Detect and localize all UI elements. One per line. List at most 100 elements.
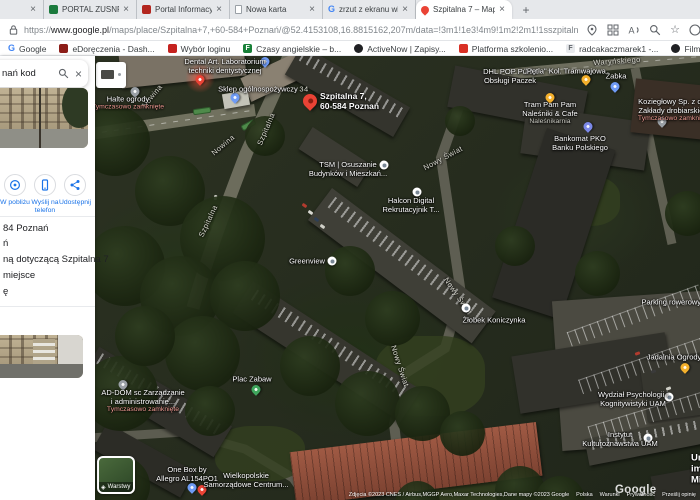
map-label-petla[interactable]: "Pętla" Kol. Tramwajowa [524, 67, 606, 76]
tab-close-icon[interactable]: × [497, 4, 507, 15]
browser-window: × PORTAL ZUSNPI - PANEL Pl. × Portal Inf… [0, 0, 700, 500]
map-label-tsm[interactable]: TSM | OsuszanieBudynków i Mieszkań... [309, 160, 387, 178]
bookmark-google[interactable]: GGoogle [8, 44, 46, 54]
url-field[interactable]: https://www.google.pl/maps/place/Szpital… [24, 25, 578, 35]
map-attribution: Zdjęcia ©2023 CNES / Airbus,MGGP Aero,Ma… [349, 492, 696, 498]
map-label-street-nowyswiat-1: Nowy Świat [422, 144, 464, 172]
tab-portal-zusnpi[interactable]: PORTAL ZUSNPI - PANEL Pl. × [44, 0, 137, 19]
tab-close-icon[interactable]: × [400, 4, 410, 15]
bookmark-wybor-loginu[interactable]: Wybór loginu [168, 44, 231, 54]
map-label-kozieglowy[interactable]: Koziegłowy Sp. z o.o.Zakłady drobiarskie… [638, 97, 700, 123]
tab-zrzut-ekranu[interactable]: G zrzut z ekranu windows - S. × [323, 0, 416, 19]
map-label-addom[interactable]: AD-DOM sc Zarządzaniei administrowanie..… [101, 388, 184, 414]
photo-pavement [0, 364, 83, 378]
map-label-uam[interactable]: Uniwersyim. AdamMickiewi [691, 454, 700, 487]
map-label-street-szpitalna-2: Szpitalna [197, 203, 220, 238]
map-label-instytut[interactable]: InstytutKulturoznawstwa UAM [582, 430, 657, 448]
map-pin-szpitalna7-main[interactable] [300, 91, 320, 111]
bookmark-edoreczenia[interactable]: eDoręczenia - Dash... [59, 44, 154, 54]
map-label-wydzial[interactable]: Wydział Psychologii iKognitywistyki UAM [598, 390, 668, 408]
search-icon[interactable] [58, 68, 69, 79]
nearby-icon [9, 179, 21, 191]
map-label-zlobek[interactable]: Żłobek Koniczynka [463, 316, 526, 325]
czasy-icon: F [243, 44, 252, 53]
map-label-halcon[interactable]: Halcon DigitalRekrutacyjnik T... [383, 196, 440, 214]
maps-side-panel: nań kod × W pobliżu Wyślij natelefon Udo… [0, 56, 95, 500]
map-label-halte[interactable]: Halte ogrodyTymczasowo zamknięte [95, 94, 164, 111]
tab-title: Szpitalna 7 – Mapy Google [433, 5, 495, 14]
zoom-icon[interactable] [649, 24, 661, 36]
map-label-placzabaw[interactable]: Plac Zabaw [232, 375, 271, 384]
profile-icon[interactable] [689, 24, 700, 36]
map-label-zabka[interactable]: Żabka [606, 72, 627, 81]
map-inset-toggle[interactable] [96, 62, 126, 88]
nearby-button[interactable]: W pobliżu [0, 174, 30, 216]
map-label-trampam[interactable]: Tram Pam PamNaleśniki & CafeNaleśnikarni… [522, 100, 577, 126]
address-row[interactable]: 84 Poznań [3, 223, 48, 234]
send-to-phone-button[interactable]: Wyślij natelefon [30, 174, 60, 216]
search-input[interactable]: nań kod [2, 68, 58, 79]
photo-pavement [0, 129, 88, 148]
location-icon[interactable] [586, 24, 598, 36]
tab-close-icon[interactable]: × [28, 4, 38, 15]
map-canvas[interactable]: Dental Art. Laboratoriumtechniki dentyst… [95, 56, 700, 500]
attribution-link-polska[interactable]: Polska [576, 492, 593, 498]
map-label-marker[interactable]: Szpitalna 7,60-584 Poznań [320, 91, 379, 111]
divider [0, 216, 95, 217]
tab-title: Nowa karta [246, 5, 305, 14]
bookmark-filman[interactable]: Filman.cc - Filmy i S... [671, 44, 700, 54]
map-label-bankomat[interactable]: Bankomat PKOBanku Polskiego [552, 134, 608, 152]
divider [0, 306, 95, 307]
map-label-sklep[interactable]: Sklep ogólnospożywczy [218, 85, 298, 94]
attribution-link-warunki[interactable]: Warunki [600, 492, 620, 498]
map-label-greenview[interactable]: Greenview [289, 257, 325, 266]
favorites-star-icon[interactable]: ☆ [670, 24, 680, 36]
place-actions: W pobliżu Wyślij natelefon Udostępnij [0, 174, 95, 216]
suggest-edit-row[interactable]: ną dotyczącą Szpitalna 7 [3, 254, 109, 265]
map-label-street-szpitalna-1: Szpitalna [255, 111, 277, 146]
search-card: nań kod × [0, 60, 88, 87]
map-pin-bankomat[interactable] [582, 120, 595, 133]
tab-szpitalna-maps[interactable]: Szpitalna 7 – Mapy Google × [416, 0, 512, 19]
svg-text:A: A [629, 25, 635, 35]
bookmark-platforma[interactable]: Platforma szkolenio... [459, 44, 553, 54]
read-aloud-icon[interactable]: A [628, 24, 640, 36]
bookmark-radca[interactable]: Fradcakaczmarek1 -... [566, 44, 658, 54]
split-screen-icon[interactable] [607, 24, 619, 36]
attribution-link-prywatnosc[interactable]: Prywatność [627, 492, 655, 498]
map-pin-greenview[interactable] [328, 257, 337, 266]
tab-nowa-karta[interactable]: Nowa karta × [230, 0, 323, 19]
map-pin-placzabaw[interactable] [250, 383, 263, 396]
bookmark-czasy-angielskie[interactable]: FCzasy angielskie – b... [243, 44, 341, 54]
tab-close-icon[interactable]: × [307, 4, 317, 15]
lock-icon [8, 24, 19, 36]
layers-button[interactable]: ◈Warstwy [97, 456, 135, 494]
platforma-icon [459, 44, 468, 53]
court-favicon [142, 5, 151, 14]
map-pin-zabka[interactable] [609, 80, 622, 93]
street-view-photo-2[interactable] [0, 335, 83, 378]
filman-icon [671, 44, 680, 53]
new-tab-button[interactable]: + [518, 2, 534, 18]
photo-balconies [33, 339, 55, 367]
map-label-parking-rowerowy[interactable]: Parking rowerowy U [641, 298, 700, 307]
share-button[interactable]: Udostępnij [60, 174, 90, 216]
map-label-jadalnia[interactable]: Jadalnia Ogrody [647, 353, 700, 362]
tab-close-icon[interactable]: × [214, 4, 224, 15]
activenow-icon [354, 44, 363, 53]
tab-close-icon[interactable]: × [121, 4, 131, 15]
add-business-row[interactable]: ę [3, 286, 8, 297]
map-label-dental[interactable]: Dental Art. Laboratoriumtechniki dentyst… [184, 57, 265, 75]
tab-cutoff[interactable]: × [0, 0, 44, 19]
map-pin-zlobek[interactable] [462, 304, 471, 313]
street-view-photo[interactable] [0, 88, 88, 148]
add-place-row[interactable]: miejsce [3, 270, 35, 281]
attribution-link-przeslij-opinie[interactable]: Prześlij opinię [662, 492, 696, 498]
clear-search-icon[interactable]: × [75, 67, 82, 81]
tab-portal-informacyjny[interactable]: Portal Informacyjny Sądu × [137, 0, 230, 19]
document-favicon [235, 5, 242, 14]
map-label-wielkopolskie[interactable]: WielkopolskieSamorządowe Centrum... [203, 471, 288, 489]
plus-code-row[interactable]: ń [3, 238, 8, 249]
map-pin-jadalnia[interactable] [679, 361, 692, 374]
bookmark-activenow[interactable]: ActiveNow | Zapisy... [354, 44, 446, 54]
